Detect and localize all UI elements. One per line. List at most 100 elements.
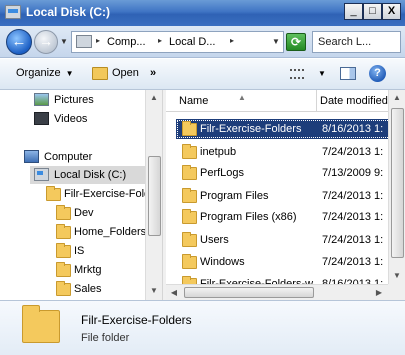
scroll-up-icon[interactable]: ▲ <box>389 90 405 106</box>
file-row[interactable]: Program Files 7/24/2013 1: <box>176 186 405 206</box>
folder-icon <box>182 144 197 159</box>
details-pane: Filr-Exercise-Folders File folder <box>0 300 405 355</box>
file-name: PerfLogs <box>200 167 245 179</box>
column-divider[interactable] <box>316 90 317 112</box>
scroll-left-icon[interactable]: ◀ <box>166 285 182 300</box>
nav-item-local-disk[interactable]: Local Disk (C:) <box>30 166 145 184</box>
nav-item-label: Dev <box>74 207 94 219</box>
folder-icon <box>56 281 71 296</box>
back-arrow-icon: ← <box>11 33 27 50</box>
scroll-down-icon[interactable]: ▼ <box>389 268 405 284</box>
nav-item-label: Home_Folders <box>74 226 147 238</box>
folder-icon <box>46 186 61 201</box>
file-date: 7/24/2013 1: <box>322 256 384 268</box>
title-bar: Local Disk (C:) _ □ X <box>0 0 405 26</box>
nav-item-home-folders[interactable]: Home_Folders <box>54 223 147 241</box>
file-row[interactable]: inetpub 7/24/2013 1: <box>176 142 405 162</box>
drive-icon <box>76 35 92 48</box>
refresh-button[interactable]: ⟳ <box>286 33 306 51</box>
nav-item-sales[interactable]: Sales <box>54 280 145 298</box>
file-row[interactable]: Windows 7/24/2013 1: <box>176 252 405 272</box>
file-list-horizontal-scrollbar[interactable]: ◀ ▶ <box>166 284 388 300</box>
address-dropdown-icon[interactable]: ▼ <box>272 37 280 46</box>
folder-icon <box>182 254 197 269</box>
nav-item-computer[interactable]: Computer <box>24 148 145 166</box>
close-button[interactable]: X <box>382 3 401 20</box>
nav-item-filr-exercise-folders[interactable]: Filr-Exercise-Folders <box>44 185 162 203</box>
file-name: Users <box>200 234 229 246</box>
file-date: 7/24/2013 1: <box>322 211 384 223</box>
breadcrumb-separator-icon[interactable]: ▸ <box>96 36 100 45</box>
file-list-scrollbar-thumb[interactable] <box>391 108 404 258</box>
scroll-right-icon[interactable]: ▶ <box>371 285 387 300</box>
file-name: Windows <box>200 256 245 268</box>
drive-icon <box>5 5 21 19</box>
file-date: 7/24/2013 1: <box>322 234 384 246</box>
recent-pages-chevron-icon[interactable]: ▼ <box>60 37 68 46</box>
more-commands-button[interactable]: » <box>150 67 156 79</box>
file-row[interactable]: Users 7/24/2013 1: <box>176 230 405 250</box>
file-list-vertical-scrollbar[interactable]: ▲ ▼ <box>388 90 405 286</box>
drive-icon <box>34 168 49 181</box>
scroll-down-icon[interactable]: ▼ <box>146 283 162 299</box>
organize-button[interactable]: Organize ▼ <box>16 67 74 79</box>
forward-arrow-icon: → <box>39 33 53 49</box>
nav-item-dev[interactable]: Dev <box>54 204 145 222</box>
chevron-down-icon[interactable]: ▼ <box>318 69 326 78</box>
minimize-button[interactable]: _ <box>344 3 363 20</box>
scroll-up-icon[interactable]: ▲ <box>146 90 162 106</box>
file-date: 7/24/2013 1: <box>322 190 384 202</box>
address-bar[interactable]: ▸ Comp... ▸ Local D... ▸ ▼ <box>71 31 284 53</box>
search-placeholder: Search L... <box>318 36 372 48</box>
back-button[interactable]: ← <box>6 29 32 55</box>
details-item-name: Filr-Exercise-Folders <box>81 313 192 327</box>
folder-icon <box>56 243 71 258</box>
details-item-type: File folder <box>81 332 130 344</box>
file-date: 7/13/2009 9: <box>322 167 384 179</box>
breadcrumb-separator-icon[interactable]: ▸ <box>230 36 234 45</box>
open-button[interactable]: Open <box>112 67 139 79</box>
file-row[interactable]: Filr-Exercise-Folders 8/16/2013 1: <box>176 119 405 139</box>
window-title: Local Disk (C:) <box>26 5 111 19</box>
nav-scrollbar-thumb[interactable] <box>148 156 161 236</box>
navigation-pane: Pictures Videos Computer Local Disk (C:)… <box>0 90 162 300</box>
refresh-icon: ⟳ <box>290 35 302 49</box>
command-bar: Organize ▼ Open » ▼ ? <box>0 59 405 90</box>
file-row[interactable]: PerfLogs 7/13/2009 9: <box>176 163 405 183</box>
nav-item-label: Pictures <box>54 94 94 106</box>
help-icon[interactable]: ? <box>369 65 386 82</box>
file-row[interactable]: Program Files (x86) 7/24/2013 1: <box>176 207 405 227</box>
sort-ascending-icon: ▲ <box>238 93 246 102</box>
column-header-date-modified[interactable]: Date modified <box>320 95 388 107</box>
nav-item-label: Videos <box>54 113 88 125</box>
pictures-icon <box>34 93 49 106</box>
open-folder-icon <box>92 67 108 80</box>
nav-item-pictures[interactable]: Pictures <box>34 91 145 109</box>
nav-item-mrktg[interactable]: Mrktg <box>54 261 145 279</box>
breadcrumb-local-disk[interactable]: Local D... <box>169 36 215 48</box>
folder-icon <box>182 188 197 203</box>
nav-item-videos[interactable]: Videos <box>34 110 145 128</box>
file-list-hscroll-thumb[interactable] <box>184 287 314 298</box>
preview-pane-icon[interactable] <box>340 67 356 80</box>
forward-button[interactable]: → <box>34 30 58 54</box>
breadcrumb-computer[interactable]: Comp... <box>107 36 146 48</box>
nav-scrollbar[interactable]: ▲ ▼ <box>145 90 162 300</box>
folder-icon <box>22 305 60 343</box>
change-view-icon[interactable] <box>290 69 304 79</box>
nav-item-label: IS <box>74 245 85 257</box>
search-input[interactable]: Search L... <box>312 31 401 53</box>
folder-icon <box>182 121 197 136</box>
nav-item-label: Mrktg <box>74 264 102 276</box>
folder-icon <box>182 165 197 180</box>
nav-item-label: Sales <box>74 283 102 295</box>
column-header-name[interactable]: Name <box>179 95 208 107</box>
maximize-button[interactable]: □ <box>363 3 382 20</box>
folder-icon <box>182 232 197 247</box>
address-row: ← → ▼ ▸ Comp... ▸ Local D... ▸ ▼ ⟳ Searc… <box>0 26 405 58</box>
breadcrumb-separator-icon[interactable]: ▸ <box>158 36 162 45</box>
scrollbar-corner <box>388 284 405 300</box>
file-name: Program Files <box>200 190 269 202</box>
organize-label: Organize <box>16 67 61 79</box>
nav-item-is[interactable]: IS <box>54 242 145 260</box>
